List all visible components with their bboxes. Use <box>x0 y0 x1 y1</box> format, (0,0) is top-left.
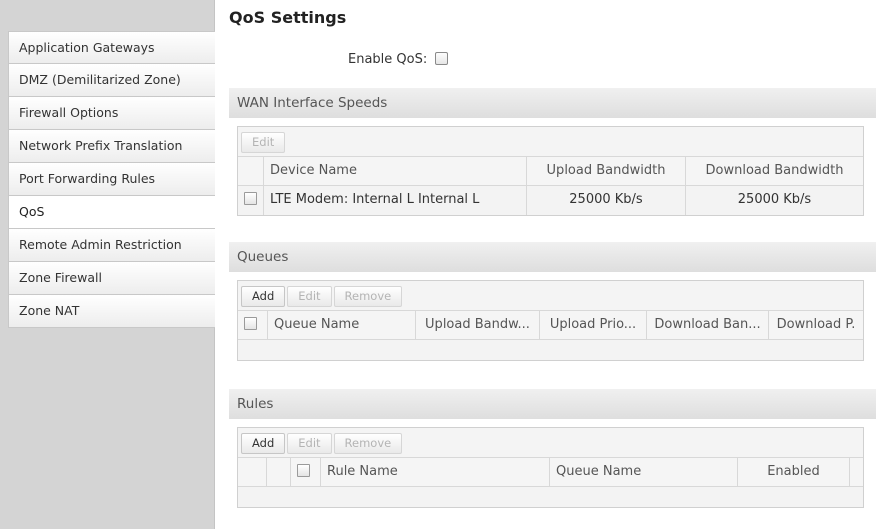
wan-col-device-name[interactable]: Device Name <box>264 157 527 185</box>
sidebar-item-port-forwarding-rules[interactable]: Port Forwarding Rules <box>8 163 215 196</box>
queues-empty-area <box>238 340 863 360</box>
wan-section-title: WAN Interface Speeds <box>229 88 876 118</box>
enable-qos-label: Enable QoS: <box>348 52 428 67</box>
wan-header-row: Device Name Upload Bandwidth Download Ba… <box>238 157 863 186</box>
rules-header-tail-cell <box>850 458 863 486</box>
wan-toolbar: Edit <box>238 127 863 157</box>
rules-add-button[interactable]: Add <box>241 433 286 454</box>
rules-empty-area <box>238 487 863 507</box>
select-all-checkbox[interactable] <box>244 317 257 330</box>
rules-remove-button[interactable]: Remove <box>333 433 403 454</box>
wan-section: WAN Interface Speeds Edit Device Name Up… <box>229 88 876 216</box>
queues-header-row: Queue Name Upload Bandw... Upload Prio..… <box>238 311 863 340</box>
queues-header-checkbox-cell <box>238 311 268 339</box>
rules-col-queue-name[interactable]: Queue Name <box>550 458 738 486</box>
rules-section-title: Rules <box>229 389 876 419</box>
queues-col-upload-priority[interactable]: Upload Prio... <box>540 311 647 339</box>
queues-add-button[interactable]: Add <box>241 286 286 307</box>
queues-col-name[interactable]: Queue Name <box>268 311 416 339</box>
queues-section: Queues Add Edit Remove Queue Name Upload B… <box>229 242 876 361</box>
wan-header-checkbox-cell <box>238 157 264 185</box>
wan-row-download: 25000 Kb/s <box>737 192 812 207</box>
rules-toolbar: Add Edit Remove <box>238 428 863 458</box>
queues-col-upload-bandwidth[interactable]: Upload Bandw... <box>416 311 540 339</box>
sidebar-item-zone-firewall[interactable]: Zone Firewall <box>8 262 215 295</box>
sidebar: Application Gateways DMZ (Demilitarized … <box>0 0 215 529</box>
queues-toolbar: Add Edit Remove <box>238 281 863 311</box>
queues-col-download-bandwidth[interactable]: Download Ban... <box>647 311 769 339</box>
sidebar-item-zone-nat[interactable]: Zone NAT <box>8 295 215 328</box>
sidebar-item-qos[interactable]: QoS <box>8 196 215 229</box>
wan-col-upload[interactable]: Upload Bandwidth <box>527 157 686 185</box>
table-row[interactable]: LTE Modem: Internal L Internal L 25000 K… <box>238 186 863 215</box>
rules-col-rule-name[interactable]: Rule Name <box>321 458 550 486</box>
sidebar-item-application-gateways[interactable]: Application Gateways <box>8 31 215 64</box>
sidebar-item-dmz[interactable]: DMZ (Demilitarized Zone) <box>8 64 215 97</box>
wan-col-download[interactable]: Download Bandwidth <box>686 157 863 185</box>
queues-col-download-priority[interactable]: Download P. <box>769 311 863 339</box>
rules-header-checkbox-cell <box>291 458 321 486</box>
row-checkbox[interactable] <box>244 192 257 205</box>
main-content: QoS Settings Enable QoS: WAN Interface S… <box>216 0 876 529</box>
rules-header-blank-cell-2 <box>267 458 291 486</box>
wan-row-checkbox-cell <box>238 186 264 215</box>
queues-grid: Add Edit Remove Queue Name Upload Bandw...… <box>237 280 864 361</box>
enable-qos-checkbox[interactable] <box>435 52 449 65</box>
queues-section-title: Queues <box>229 242 876 272</box>
sidebar-nav: Application Gateways DMZ (Demilitarized … <box>8 31 215 328</box>
rules-header-blank-cell-1 <box>238 458 267 486</box>
wan-edit-button[interactable]: Edit <box>241 132 286 153</box>
sidebar-item-remote-admin-restriction[interactable]: Remote Admin Restriction <box>8 229 215 262</box>
wan-grid: Edit Device Name Upload Bandwidth Downlo… <box>237 126 864 216</box>
select-all-checkbox[interactable] <box>297 464 310 477</box>
page-title: QoS Settings <box>229 8 347 27</box>
queues-edit-button[interactable]: Edit <box>287 286 332 307</box>
rules-header-row: Rule Name Queue Name Enabled <box>238 458 863 487</box>
wan-row-upload: 25000 Kb/s <box>527 186 686 215</box>
queues-remove-button[interactable]: Remove <box>333 286 403 307</box>
sidebar-item-network-prefix-translation[interactable]: Network Prefix Translation <box>8 130 215 163</box>
rules-edit-button[interactable]: Edit <box>287 433 332 454</box>
enable-qos-row: Enable QoS: <box>348 52 449 67</box>
wan-row-device: LTE Modem: Internal L Internal L <box>264 186 527 215</box>
sidebar-item-firewall-options[interactable]: Firewall Options <box>8 97 215 130</box>
rules-col-enabled[interactable]: Enabled <box>738 458 850 486</box>
rules-section: Rules Add Edit Remove Rule Name Queue Name… <box>229 389 876 508</box>
rules-grid: Add Edit Remove Rule Name Queue Name Enabl… <box>237 427 864 508</box>
